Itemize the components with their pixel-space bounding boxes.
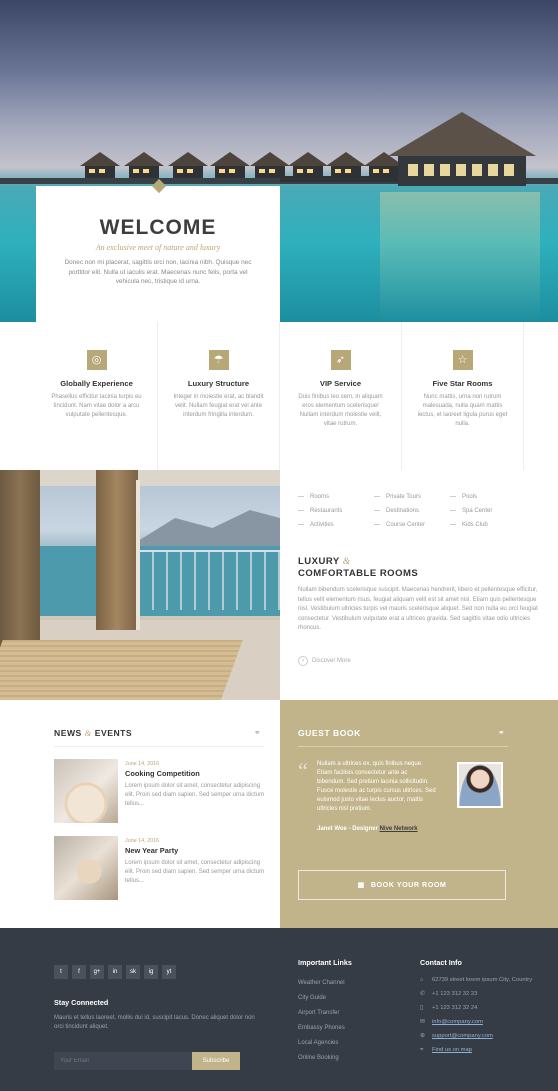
testimonial-author: Janet Woe - Designer Nive Network — [317, 826, 418, 832]
amenity-link[interactable]: Rooms — [298, 490, 378, 504]
newsletter-form: Subscribe — [54, 1052, 240, 1070]
important-links-title: Important Links — [298, 958, 352, 967]
discover-more-link[interactable]: › Discover More — [298, 656, 351, 666]
link-icon[interactable]: ⚭ — [254, 728, 261, 737]
testimonial-text: Nullam a ultrices ex, quis finibus neque… — [317, 761, 436, 812]
author-company-link[interactable]: Nive Network — [380, 826, 418, 832]
feature-luxury-structure: ☂ Luxury Structure Integer in molestie e… — [158, 322, 280, 470]
footer-link[interactable]: City Guide — [298, 991, 398, 1006]
contact-address: ⌂ 62739 street lorem ipsum City, Country — [420, 977, 533, 983]
contact-info-title: Contact Info — [420, 958, 462, 967]
news-thumbnail[interactable] — [54, 836, 118, 900]
footer-link[interactable]: Embassy Phones — [298, 1021, 398, 1036]
news-title: NEWS & EVENTS — [54, 728, 133, 738]
stay-connected-title: Stay Connected — [54, 998, 109, 1007]
welcome-text: Donec non mi placerat, sagittis orci non… — [64, 259, 252, 285]
news-item[interactable]: June 14, 2016 New Year Party Lorem ipsum… — [54, 836, 264, 902]
welcome-subtitle: An exclusive meet of nature and luxury — [95, 243, 221, 252]
news-item-text: Lorem ipsum dolor sit amet, consectetur … — [125, 860, 265, 884]
email-input[interactable] — [54, 1052, 192, 1070]
news-date: June 14, 2016 — [125, 761, 160, 767]
avatar — [457, 762, 503, 808]
divider — [54, 746, 264, 747]
news-item-text: Lorem ipsum dolor sit amet, consectetur … — [125, 783, 265, 807]
subscribe-button[interactable]: Subscribe — [192, 1052, 240, 1070]
footer-link[interactable]: Online Booking — [298, 1051, 398, 1066]
link-icon[interactable]: ⚭ — [498, 728, 505, 737]
contact-email[interactable]: ✉ info@company.com — [420, 1018, 540, 1026]
mail-icon: ✉ — [420, 1019, 425, 1025]
feature-title: VIP Service — [319, 379, 362, 388]
instagram-icon[interactable]: ig — [144, 965, 158, 979]
guest-book-title: GUEST BOOK — [298, 728, 361, 738]
amenity-link[interactable]: Course Center — [374, 518, 454, 532]
important-links: Important Links Weather Channel City Gui… — [298, 958, 398, 1066]
feature-title: Luxury Structure — [187, 379, 250, 388]
home-icon: ⌂ — [420, 977, 424, 983]
umbrella-icon: ☂ — [208, 350, 229, 370]
feature-text: Phasellus efficitur lacinia turpis eu ti… — [51, 394, 142, 418]
footer: t f g+ in sk ig yt Stay Connected Mauris et te… — [0, 928, 558, 1091]
star-icon: ☆ — [452, 350, 473, 370]
feature-vip-service: ➶ VIP Service Duis finibus leo sem, in a… — [280, 322, 402, 470]
amenity-link[interactable]: Spa Center — [450, 504, 530, 518]
facebook-icon[interactable]: f — [72, 965, 86, 979]
feature-title: Five Star Rooms — [432, 379, 493, 388]
divider — [298, 746, 508, 747]
news-item-title[interactable]: New Year Party — [125, 846, 178, 855]
main-bungalow — [388, 112, 536, 190]
rooms-title: LUXURY & COMFORTABLE ROOMS — [298, 556, 419, 579]
amenity-link[interactable]: Destinations — [374, 504, 454, 518]
feature-text: Integer in molestie erat, ac blandit vel… — [173, 394, 264, 418]
welcome-title: WELCOME — [99, 216, 217, 239]
feature-globally-experience: ◎ Globally Experience Phasellus efficitu… — [36, 322, 158, 470]
stay-connected-text: Mauris et tellus laoreet, mollis dui id,… — [54, 1015, 255, 1030]
features-row: ◎ Globally Experience Phasellus efficitu… — [0, 322, 558, 470]
twitter-icon[interactable]: t — [54, 965, 68, 979]
support-icon: ⊕ — [420, 1033, 425, 1039]
amenity-link[interactable]: Pools — [450, 490, 530, 504]
rocket-icon: ➶ — [330, 350, 351, 370]
contact-phone: ✆ +1 123 312 32 23 — [420, 991, 478, 997]
calendar-icon: ▦ — [357, 880, 365, 889]
news-date: June 14, 2016 — [125, 838, 160, 844]
globe-icon: ◎ — [86, 350, 107, 370]
google-plus-icon[interactable]: g+ — [90, 965, 104, 979]
feature-five-star-rooms: ☆ Five Star Rooms Nunc mattis, urna non … — [402, 322, 524, 470]
amenity-link[interactable]: Activities — [298, 518, 378, 532]
phone-icon: ✆ — [420, 991, 425, 997]
footer-link[interactable]: Airport Transfer — [298, 1006, 398, 1021]
rooms-section: Rooms Restaurants Activities Private Tou… — [280, 470, 558, 700]
book-your-room-button[interactable]: ▦ BOOK YOUR ROOM — [298, 870, 506, 900]
light-reflection — [380, 192, 540, 322]
amenity-link[interactable]: Restaurants — [298, 504, 378, 518]
contact-mobile: ▯ +1 123 312 32 24 — [420, 1005, 478, 1011]
welcome-card: WELCOME An exclusive meet of nature and … — [36, 178, 280, 322]
news-item-title[interactable]: Cooking Competition — [125, 769, 200, 778]
amenity-link[interactable]: Private Tours — [374, 490, 454, 504]
footer-link[interactable]: Local Agencies — [298, 1036, 398, 1051]
linkedin-icon[interactable]: in — [108, 965, 122, 979]
contact-map-link[interactable]: ⌖ Find us on map — [420, 1046, 540, 1054]
feature-text: Duis finibus leo sem, in aliquam eros el… — [298, 394, 383, 427]
contact-info: Contact Info ⌂ 62739 street lorem ipsum C… — [420, 958, 540, 1060]
news-thumbnail[interactable] — [54, 759, 118, 823]
quote-icon: “ — [298, 758, 308, 783]
amenity-link[interactable]: Kids Club — [450, 518, 530, 532]
footer-link[interactable]: Weather Channel — [298, 976, 398, 991]
news-events-section: NEWS & EVENTS ⚭ June 14, 2016 Cooking Co… — [0, 700, 280, 928]
rooms-description: Nullam bibendum scelerisque suscipit. Ma… — [298, 587, 538, 631]
map-icon: ⌖ — [420, 1047, 424, 1053]
feature-title: Globally Experience — [60, 379, 133, 388]
youtube-icon[interactable]: yt — [162, 965, 176, 979]
skype-icon[interactable]: sk — [126, 965, 140, 979]
mobile-icon: ▯ — [420, 1005, 424, 1011]
contact-support[interactable]: ⊕ support@company.com — [420, 1032, 540, 1040]
arrow-right-icon: › — [298, 656, 308, 666]
room-photo — [0, 470, 280, 700]
news-item[interactable]: June 14, 2016 Cooking Competition Lorem … — [54, 759, 264, 825]
guest-book-section: GUEST BOOK ⚭ “ Nullam a ultrices ex, qui… — [280, 700, 558, 928]
social-icons: t f g+ in sk ig yt — [54, 960, 180, 979]
feature-text: Nunc mattis, urna non rutrum malesuada, … — [417, 394, 508, 427]
